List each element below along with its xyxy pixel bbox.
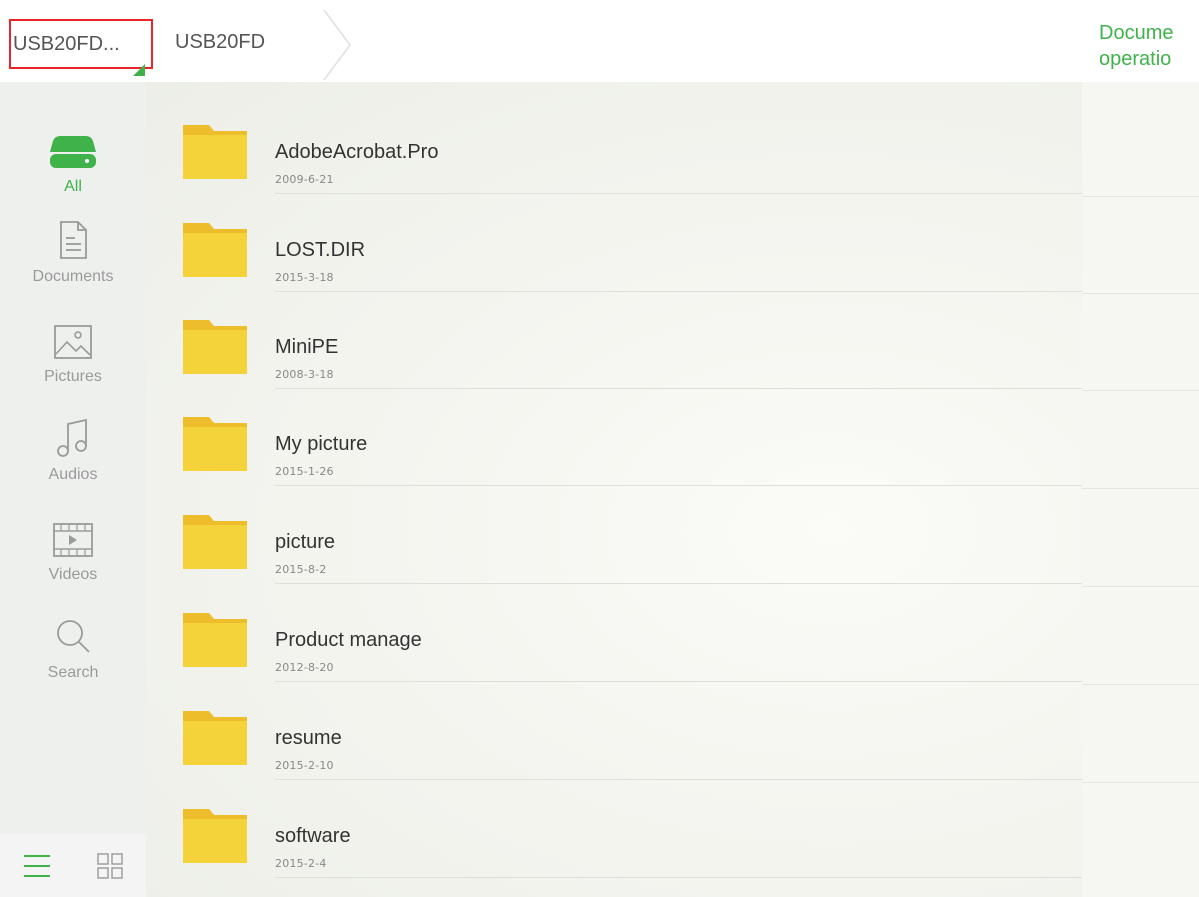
file-row-lost-dir[interactable]: LOST.DIR 2015-3-18 <box>146 195 1082 292</box>
file-name: resume <box>275 727 342 749</box>
divider <box>275 193 1082 194</box>
sidebar-item-label: Videos <box>48 566 98 583</box>
divider <box>275 583 1082 584</box>
document-operations-line1: Docume <box>1099 22 1174 44</box>
breadcrumb-current[interactable]: USB20FD <box>175 31 265 54</box>
music-icon <box>57 418 87 457</box>
divider <box>1082 390 1199 391</box>
divider <box>275 779 1082 780</box>
dropdown-corner-icon <box>133 64 145 76</box>
file-date: 2008-3-18 <box>275 368 334 381</box>
folder-icon <box>183 417 247 471</box>
file-name: picture <box>275 531 336 553</box>
folder-icon <box>183 515 247 569</box>
breadcrumb-root[interactable]: USB20FD... <box>9 19 153 76</box>
document-icon <box>60 221 87 259</box>
file-name: Product manage <box>275 629 422 651</box>
breadcrumb-root-label: USB20FD... <box>13 32 120 55</box>
folder-icon <box>183 711 247 765</box>
document-operations-button[interactable]: Docume operatio <box>1099 20 1199 72</box>
file-date: 2015-2-10 <box>275 759 334 772</box>
breadcrumb-chevron-icon <box>323 9 351 81</box>
divider <box>275 485 1082 486</box>
search-icon <box>57 620 90 653</box>
file-date: 2012-8-20 <box>275 661 334 674</box>
divider <box>1082 782 1199 783</box>
divider <box>1082 684 1199 685</box>
list-view-button[interactable] <box>0 834 73 897</box>
sidebar: All Documents Pictures Audios Videos Sea… <box>0 82 146 897</box>
folder-icon <box>183 223 247 277</box>
document-operations-line2: operatio <box>1099 48 1172 70</box>
divider <box>1082 586 1199 587</box>
operations-panel <box>1082 82 1199 897</box>
file-name: AdobeAcrobat.Pro <box>275 141 439 163</box>
file-date: 2015-1-26 <box>275 465 334 478</box>
file-date: 2015-3-18 <box>275 271 334 284</box>
sidebar-item-label: All <box>64 178 82 195</box>
folder-icon <box>183 125 247 179</box>
sidebar-item-search[interactable]: Search <box>0 606 146 702</box>
sidebar-item-label: Audios <box>48 466 98 483</box>
view-mode-bar <box>0 834 146 897</box>
file-row-my-picture[interactable]: My picture 2015-1-26 <box>146 389 1082 486</box>
list-view-icon <box>23 854 50 877</box>
file-row-software[interactable]: software 2015-2-4 <box>146 781 1082 878</box>
file-row-product-manage[interactable]: Product manage 2012-8-20 <box>146 585 1082 682</box>
file-row-picture[interactable]: picture 2015-8-2 <box>146 487 1082 584</box>
divider <box>1082 196 1199 197</box>
file-date: 2015-2-4 <box>275 857 327 870</box>
file-date: 2009-6-21 <box>275 173 334 186</box>
grid-view-icon <box>96 852 123 879</box>
grid-view-button[interactable] <box>73 834 146 897</box>
top-bar: USB20FD... USB20FD Docume operatio <box>0 0 1199 82</box>
file-row-minipe[interactable]: MiniPE 2008-3-18 <box>146 292 1082 389</box>
sidebar-item-all[interactable]: All <box>0 122 146 218</box>
folder-icon <box>183 613 247 667</box>
sidebar-item-pictures[interactable]: Pictures <box>0 310 146 406</box>
picture-icon <box>54 325 92 359</box>
sidebar-item-label: Documents <box>32 268 114 285</box>
sidebar-item-videos[interactable]: Videos <box>0 508 146 604</box>
divider <box>275 877 1082 878</box>
video-icon <box>53 523 93 557</box>
sidebar-item-label: Search <box>47 664 99 681</box>
file-name: LOST.DIR <box>275 239 366 261</box>
file-row-adobeacrobat[interactable]: AdobeAcrobat.Pro 2009-6-21 <box>146 97 1082 194</box>
sidebar-item-label: Pictures <box>44 368 102 385</box>
sidebar-item-audios[interactable]: Audios <box>0 408 146 504</box>
drive-icon <box>50 136 96 168</box>
divider <box>1082 488 1199 489</box>
divider <box>275 681 1082 682</box>
file-row-resume[interactable]: resume 2015-2-10 <box>146 683 1082 780</box>
file-name: software <box>275 825 351 847</box>
folder-icon <box>183 809 247 863</box>
file-name: My picture <box>275 433 368 455</box>
divider <box>1082 293 1199 294</box>
file-name: MiniPE <box>275 336 339 358</box>
folder-icon <box>183 320 247 374</box>
file-date: 2015-8-2 <box>275 563 327 576</box>
sidebar-item-documents[interactable]: Documents <box>0 210 146 306</box>
